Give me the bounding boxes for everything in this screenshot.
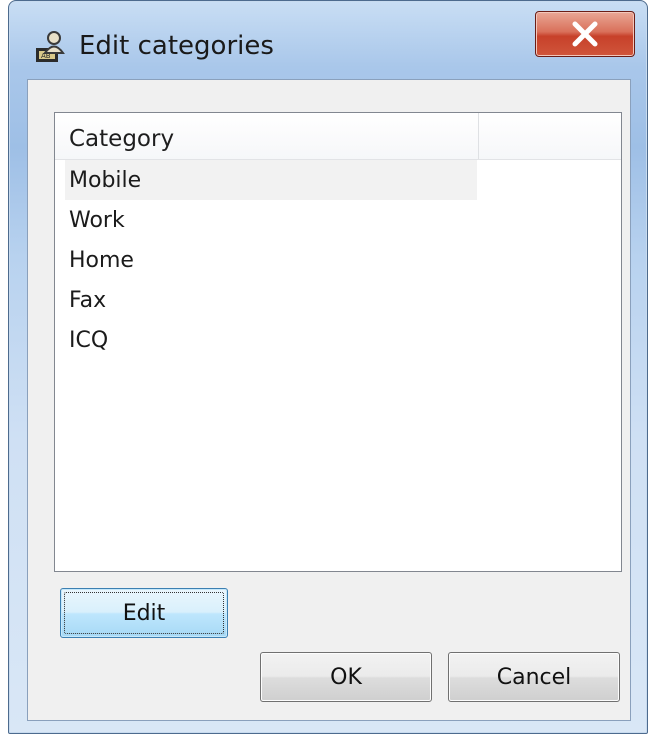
list-item-mobile[interactable]: Mobile: [55, 160, 621, 200]
window-title: Edit categories: [79, 31, 274, 61]
ok-button-label: OK: [330, 664, 362, 690]
list-item-cell: Home: [65, 240, 477, 280]
list-item-cell: Mobile: [65, 160, 477, 200]
list-header: Category: [55, 113, 621, 160]
list-item-label: Home: [69, 248, 134, 273]
cancel-button-label: Cancel: [496, 664, 572, 690]
cancel-button[interactable]: Cancel: [448, 652, 620, 702]
close-icon: [572, 21, 598, 47]
edit-button-label: Edit: [122, 600, 166, 626]
list-item-label: ICQ: [69, 328, 109, 353]
list-item-label: Fax: [69, 288, 107, 313]
list-item-fax[interactable]: Fax: [55, 280, 621, 320]
category-column-header[interactable]: Category: [55, 113, 479, 159]
list-item-home[interactable]: Home: [55, 240, 621, 280]
list-item-label: Mobile: [69, 168, 142, 193]
list-item-cell: ICQ: [65, 320, 477, 360]
list-item-label: Work: [69, 208, 125, 233]
category-column-label: Category: [69, 126, 175, 152]
edit-categories-window: AB Edit categories Category Mobile Work Ho…: [8, 0, 648, 734]
category-list[interactable]: Category Mobile Work Home Fax ICQ: [54, 112, 622, 572]
edit-button[interactable]: Edit: [60, 588, 228, 638]
list-item-cell: Fax: [65, 280, 477, 320]
contacts-lock-icon: AB: [33, 29, 69, 65]
list-item-work[interactable]: Work: [55, 200, 621, 240]
list-item-cell: Work: [65, 200, 477, 240]
dialog-client-area: Category Mobile Work Home Fax ICQ Edit OK Ca…: [27, 79, 631, 721]
list-item-icq[interactable]: ICQ: [55, 320, 621, 360]
ok-button[interactable]: OK: [260, 652, 432, 702]
close-button[interactable]: [535, 11, 635, 57]
